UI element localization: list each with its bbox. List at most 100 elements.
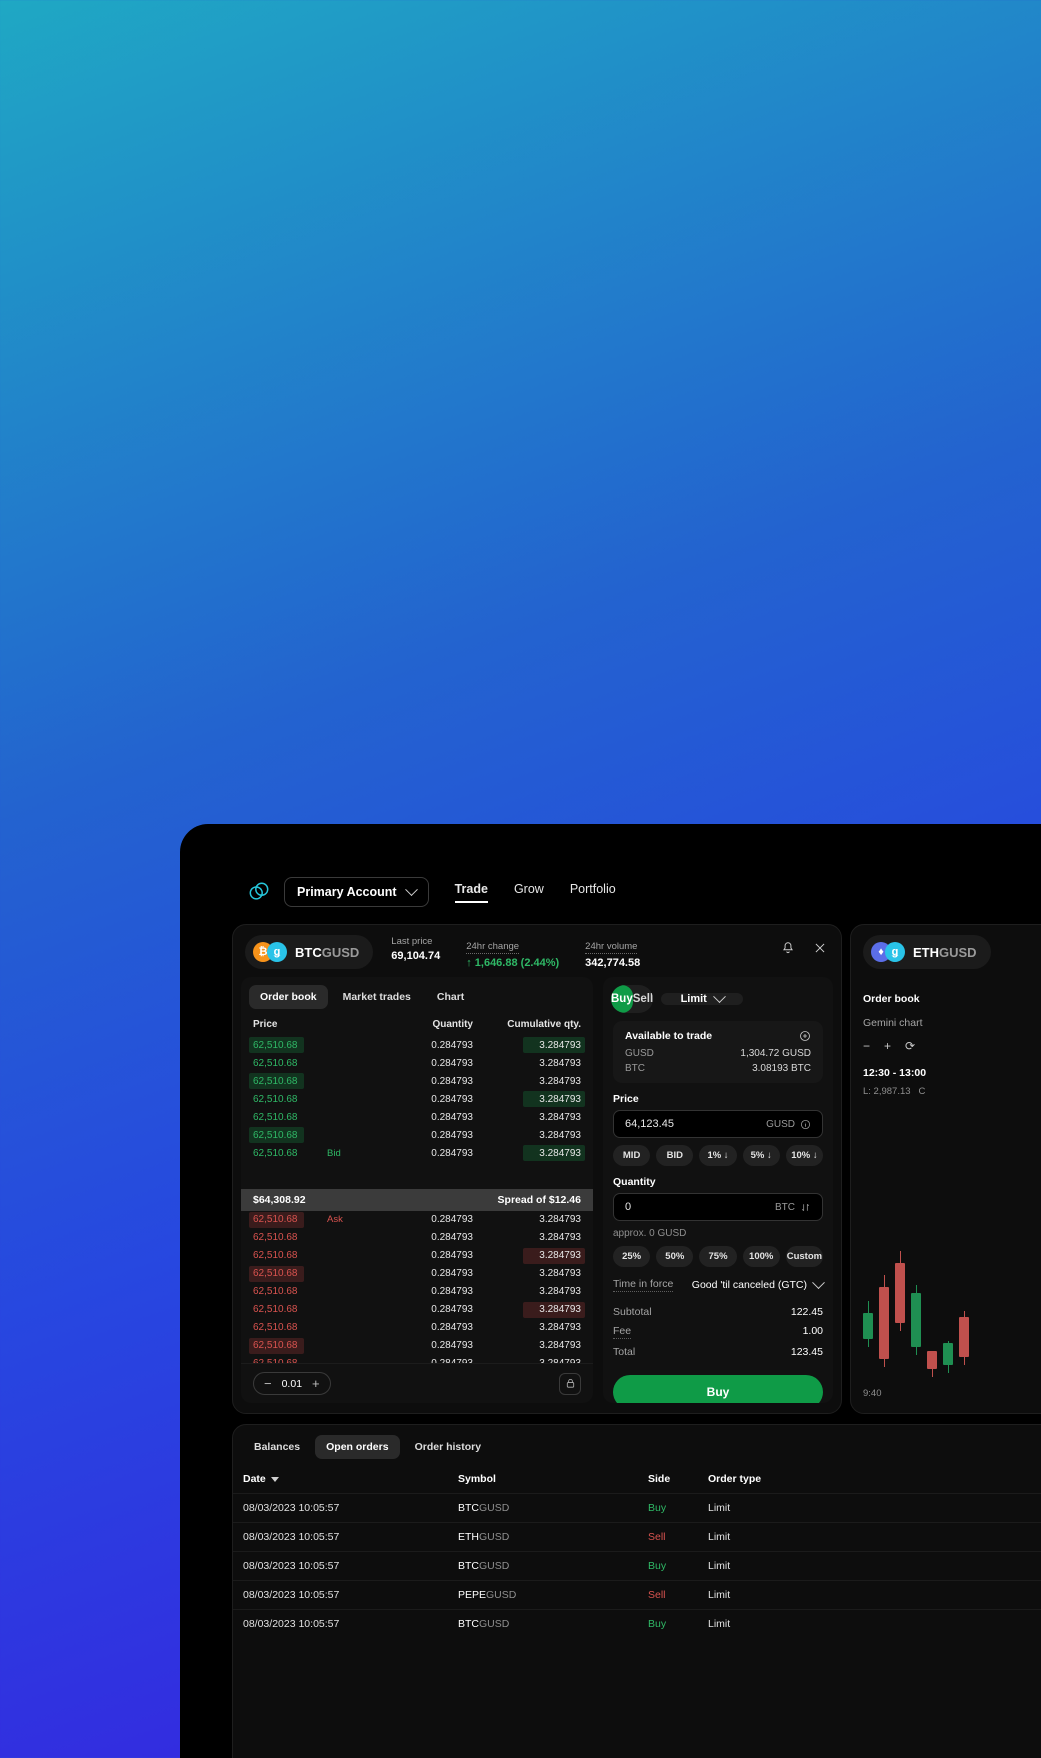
col-side[interactable]: Side bbox=[638, 1465, 698, 1494]
total-value: 122.45 bbox=[790, 1306, 823, 1318]
refresh-button[interactable]: ⟳ bbox=[905, 1039, 915, 1053]
time-in-force-row[interactable]: Time in force Good 'til canceled (GTC) bbox=[613, 1275, 825, 1292]
stat-label: 24hr volume bbox=[585, 940, 638, 954]
orderbook-row[interactable]: 62,510.680.2847933.284793 bbox=[241, 1319, 593, 1337]
zoom-out-button[interactable]: − bbox=[863, 1039, 870, 1053]
swap-vertical-icon[interactable] bbox=[800, 1202, 811, 1213]
quantity-chip[interactable]: 100% bbox=[742, 1246, 780, 1267]
nav-link-portfolio[interactable]: Portfolio bbox=[570, 882, 616, 903]
row-quantity: 0.284793 bbox=[431, 1250, 473, 1261]
orderbook-row[interactable]: 62,510.680.2847933.284793 bbox=[241, 1355, 593, 1363]
orderbook-row[interactable]: 62,510.680.2847933.284793 bbox=[241, 1108, 593, 1126]
table-row[interactable]: 08/03/2023 10:05:57BTCGUSDBuyLimit$1,304… bbox=[233, 1493, 1041, 1523]
account-selector[interactable]: Primary Account bbox=[284, 877, 429, 907]
tab-open-orders[interactable]: Open orders bbox=[315, 1435, 400, 1459]
cell-side: Sell bbox=[638, 1522, 698, 1552]
row-quantity: 0.284793 bbox=[431, 1075, 473, 1087]
top-navigation: Primary Account Trade Grow Portfolio bbox=[228, 872, 1041, 912]
zoom-in-button[interactable]: + bbox=[884, 1039, 891, 1053]
gemini-logo-icon[interactable] bbox=[248, 881, 270, 903]
available-title: Available to trade bbox=[625, 1030, 811, 1042]
quantity-chip[interactable]: 50% bbox=[656, 1246, 694, 1267]
tick-size-stepper[interactable]: − 0.01 + bbox=[253, 1372, 331, 1395]
close-icon[interactable] bbox=[813, 941, 827, 955]
orderbook-row[interactable]: 62,510.680.2847933.284793 bbox=[241, 1283, 593, 1301]
quantity-chip[interactable]: 25% bbox=[613, 1246, 651, 1267]
total-value: 1.00 bbox=[802, 1325, 823, 1337]
price-chip[interactable]: 5% ↓ bbox=[742, 1145, 780, 1166]
row-price: 62,510.68 bbox=[253, 1322, 298, 1333]
row-cumulative: 3.284793 bbox=[539, 1129, 581, 1141]
col-order-type[interactable]: Order type bbox=[698, 1465, 898, 1494]
totals-section: Subtotal 122.45 Fee 1.00 Total 123.45 bbox=[613, 1306, 823, 1365]
nav-link-grow[interactable]: Grow bbox=[514, 882, 544, 903]
eth-chart-label: Gemini chart bbox=[863, 1017, 923, 1029]
row-cumulative: 3.284793 bbox=[539, 1232, 581, 1243]
cell-symbol: ETHGUSD bbox=[448, 1522, 638, 1552]
row-tag: Bid bbox=[327, 1147, 341, 1159]
decrement-button[interactable]: − bbox=[264, 1377, 272, 1390]
tab-balances[interactable]: Balances bbox=[243, 1435, 311, 1459]
orderbook-row[interactable]: 62,510.680.2847933.284793 bbox=[241, 1337, 593, 1355]
row-cumulative: 3.284793 bbox=[539, 1322, 581, 1333]
row-quantity: 0.284793 bbox=[431, 1129, 473, 1141]
add-funds-icon[interactable] bbox=[799, 1030, 811, 1042]
total-row: Total 123.45 bbox=[613, 1346, 823, 1358]
nav-link-trade[interactable]: Trade bbox=[454, 882, 489, 903]
eth-order-book-label[interactable]: Order book bbox=[863, 993, 1041, 1005]
orderbook-row[interactable]: 62,510.68 Ask 0.284793 3.284793 bbox=[241, 1211, 593, 1229]
table-row[interactable]: 08/03/2023 10:05:57BTCGUSDBuyLimit$1,304… bbox=[233, 1609, 1041, 1638]
price-input[interactable]: 64,123.45 GUSD bbox=[613, 1110, 823, 1138]
orderbook-row[interactable]: 62,510.680.2847933.284793 bbox=[241, 1126, 593, 1144]
pair-selector[interactable]: ₿ ǥ BTCGUSD bbox=[245, 935, 374, 969]
spread-row: $64,308.92 Spread of $12.46 bbox=[241, 1188, 593, 1211]
price-chip[interactable]: 1% ↓ bbox=[699, 1145, 737, 1166]
price-chip[interactable]: BID bbox=[656, 1145, 694, 1166]
orderbook-row[interactable]: 62,510.680.2847933.284793 bbox=[241, 1301, 593, 1319]
price-chip[interactable]: MID bbox=[613, 1145, 651, 1166]
submit-order-button[interactable]: Buy bbox=[613, 1375, 823, 1403]
order-type-select[interactable]: Limit bbox=[661, 989, 744, 1005]
col-symbol[interactable]: Symbol bbox=[448, 1465, 638, 1494]
col-date[interactable]: Date bbox=[233, 1465, 448, 1494]
tab-market-trades[interactable]: Market trades bbox=[332, 985, 422, 1009]
orderbook-bids: 62,510.68 0.284793 3.284793 62,510.68 0.2847… bbox=[241, 1036, 593, 1189]
nav-links: Trade Grow Portfolio bbox=[454, 882, 616, 903]
quantity-chip[interactable]: Custom bbox=[785, 1246, 824, 1267]
orderbook-row[interactable]: 62,510.68 Bid 0.284793 3.284793 bbox=[241, 1144, 593, 1162]
row-price: 62,510.68 bbox=[253, 1304, 298, 1315]
row-quantity: 0.284793 bbox=[431, 1147, 473, 1159]
orderbook-row[interactable]: 62,510.680.2847933.284793 bbox=[241, 1072, 593, 1090]
tab-chart[interactable]: Chart bbox=[426, 985, 475, 1009]
pair-base: BTC bbox=[295, 944, 322, 960]
row-cumulative: 3.284793 bbox=[539, 1268, 581, 1279]
lock-icon[interactable] bbox=[559, 1372, 581, 1395]
price-chip[interactable]: 10% ↓ bbox=[785, 1145, 824, 1166]
tab-order-history[interactable]: Order history bbox=[404, 1435, 493, 1459]
table-row[interactable]: 08/03/2023 10:05:57PEPEGUSDSellLimit$1,3… bbox=[233, 1580, 1041, 1610]
cell-order-type: Limit bbox=[698, 1522, 898, 1552]
notification-bell-icon[interactable] bbox=[781, 941, 795, 955]
info-icon[interactable] bbox=[800, 1119, 811, 1130]
orderbook-row[interactable]: 62,510.680.2847933.284793 bbox=[241, 1265, 593, 1283]
side-buy-button[interactable]: Buy bbox=[611, 985, 633, 1013]
table-row[interactable]: 08/03/2023 10:05:57ETHGUSDSellLimit$1,30… bbox=[233, 1522, 1041, 1552]
side-sell-button[interactable]: Sell bbox=[633, 985, 653, 1013]
orderbook-row[interactable]: 62,510.680.2847933.284793 bbox=[241, 1054, 593, 1072]
orderbook-row[interactable]: 62,510.680.2847933.284793 bbox=[241, 1036, 593, 1054]
row-quantity: 0.284793 bbox=[431, 1304, 473, 1315]
row-quantity: 0.284793 bbox=[397, 1358, 473, 1363]
orderbook-row[interactable]: 62,510.680.2847933.284793 bbox=[241, 1090, 593, 1108]
quantity-input[interactable]: 0 BTC bbox=[613, 1193, 823, 1221]
table-row[interactable]: 08/03/2023 10:05:57BTCGUSDBuyLimit$1,304… bbox=[233, 1551, 1041, 1581]
quantity-suffix: BTC bbox=[775, 1202, 811, 1213]
total-row: Fee 1.00 bbox=[613, 1325, 823, 1339]
increment-button[interactable]: + bbox=[312, 1377, 320, 1390]
tif-text: Good 'til canceled (GTC) bbox=[691, 1279, 807, 1291]
orderbook-row[interactable]: 62,510.680.2847933.284793 bbox=[241, 1229, 593, 1247]
quantity-chip[interactable]: 75% bbox=[699, 1246, 737, 1267]
tab-order-book[interactable]: Order book bbox=[249, 985, 328, 1009]
col-price[interactable]: Price bbox=[898, 1465, 1041, 1494]
orderbook-row[interactable]: 62,510.680.2847933.284793 bbox=[241, 1247, 593, 1265]
eth-pair-selector[interactable]: ♦ ǥ ETHGUSD bbox=[863, 935, 991, 969]
